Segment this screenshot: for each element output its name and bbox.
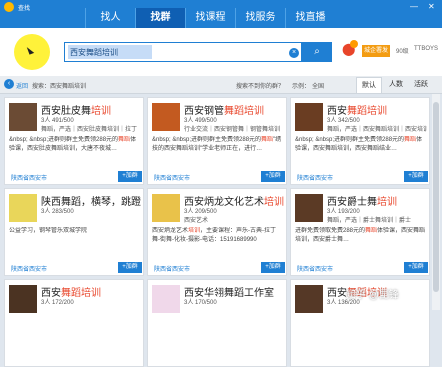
group-member-count: 3人 342/500 — [327, 118, 360, 124]
region-label: 示例： — [292, 84, 311, 90]
sort-active[interactable]: 活跃 — [410, 77, 432, 93]
results-grid: 西安肚皮舞培训 3人 491/500 舞蹈，严选｜西安肚皮舞培训｜拉丁 &nbs… — [4, 97, 430, 367]
group-avatar[interactable] — [295, 285, 323, 313]
group-avatar[interactable] — [9, 103, 37, 131]
sort-members[interactable]: 人数 — [384, 77, 408, 93]
group-card[interactable]: 西安舞蹈培训 3人 342/500 舞蹈，严选｜西安舞蹈培训｜西安培训 &nbs… — [290, 97, 430, 185]
back-link[interactable]: 返回 — [16, 81, 28, 90]
sort-default[interactable]: 默认 — [356, 77, 382, 93]
join-group-button[interactable]: +加群 — [404, 262, 428, 273]
app-logo-icon — [4, 2, 14, 12]
clear-icon[interactable]: × — [289, 48, 299, 58]
group-card[interactable]: 西安钢管舞蹈培训 3人 499/500 行业交流｜西安钢管舞｜钢管舞培训 &nb… — [147, 97, 287, 185]
group-card[interactable]: 西安舞蹈培训 3人 172/200 — [4, 279, 144, 367]
close-button[interactable]: ✕ — [428, 2, 435, 11]
group-description: &nbsp; &nbsp;进群则群主免费领288元的舞蹈体验课，西安肚皮舞蹈培训… — [9, 137, 137, 152]
group-member-count: 3人 283/500 — [41, 209, 74, 215]
minimize-button[interactable]: — — [410, 2, 418, 11]
group-location: 陕西省西安市 — [297, 267, 334, 273]
back-icon[interactable]: ‹ — [4, 79, 14, 89]
group-description: &nbsp; &nbsp;进群则群主免费领288元的舞蹈"绣技的西安舞蹈培训"学… — [152, 137, 282, 152]
search-row: × ⌕ ⬤ 城企署发 90级 TTBOYS — [0, 28, 442, 76]
group-member-count: 3人 491/500 — [41, 118, 74, 124]
tab-find-live[interactable]: 找直播 — [285, 8, 335, 28]
region-select[interactable]: 全国 — [312, 81, 324, 90]
join-group-button[interactable]: +加群 — [261, 262, 285, 273]
search-input[interactable] — [68, 45, 152, 59]
group-avatar[interactable] — [152, 285, 180, 313]
group-card[interactable]: 西安炳龙文化艺术培训 3人 209/500 西安艺术 西安炳龙艺术培训，主要课程… — [147, 188, 287, 276]
notification-badge-icon — [350, 40, 358, 48]
group-location: 陕西省西安市 — [154, 176, 191, 182]
group-location: 陕西省西安市 — [154, 267, 191, 273]
tab-find-people[interactable]: 找人 — [85, 8, 135, 28]
group-member-count: 3人 499/500 — [184, 118, 217, 124]
group-description: 西安炳龙艺术培训，主要课程：声乐-古典-拉丁舞-街舞-化妆-摄影-电话：1519… — [152, 228, 277, 243]
join-group-button[interactable]: +加群 — [404, 171, 428, 182]
group-location: 陕西省西安市 — [297, 176, 334, 182]
group-avatar[interactable] — [152, 194, 180, 222]
watermark: 知乎 @昆锋 — [346, 290, 399, 301]
group-description: &nbsp; &nbsp;进群则群主免费领288元的舞蹈体验课，西安舞蹈培训，西… — [295, 137, 423, 152]
group-member-count: 3人 193/200 — [327, 209, 360, 215]
group-description — [152, 318, 284, 352]
group-location: 陕西省西安市 — [11, 267, 48, 273]
level-label: 90级 — [396, 49, 409, 55]
app-title: 查找 — [18, 6, 31, 12]
tab-find-courses[interactable]: 找课程 — [185, 8, 235, 28]
group-description — [295, 318, 427, 352]
group-tags: 舞蹈，严选｜爵士舞培训｜爵士 — [327, 218, 412, 224]
search-category: 搜索：西安舞蹈培训 — [32, 84, 87, 90]
group-avatar[interactable] — [295, 194, 323, 222]
join-group-button[interactable]: +加群 — [118, 262, 142, 273]
tab-find-groups[interactable]: 找群 — [135, 8, 185, 28]
group-avatar[interactable] — [9, 285, 37, 313]
group-avatar[interactable] — [9, 194, 37, 222]
group-tags: 舞蹈，严选｜西安舞蹈培训｜西安培训 — [327, 127, 427, 133]
group-card[interactable]: 西安肚皮舞培训 3人 491/500 舞蹈，严选｜西安肚皮舞培训｜拉丁 &nbs… — [4, 97, 144, 185]
group-card[interactable]: 西安爵士舞培训 3人 193/200 舞蹈，严选｜爵士舞培训｜爵士 进群免费领取… — [290, 188, 430, 276]
search-button[interactable]: ⌕ — [302, 42, 332, 62]
username-label: TTBOYS — [414, 46, 439, 52]
group-location: 陕西省西安市 — [11, 176, 48, 182]
main-nav: 找人 找群 找课程 找服务 找直播 — [85, 8, 335, 28]
title-bar: 查找 找人 找群 找课程 找服务 找直播 — ✕ — [0, 0, 442, 28]
group-card[interactable]: 西安华翎舞蹈工作室 3人 170/500 — [147, 279, 287, 367]
tab-find-services[interactable]: 找服务 — [235, 8, 285, 28]
scrollbar[interactable] — [432, 94, 440, 310]
not-found-prompt[interactable]: 搜索不到你的群？ — [236, 81, 284, 90]
join-group-button[interactable]: +加群 — [118, 171, 142, 182]
search-box[interactable]: × — [64, 42, 302, 62]
group-avatar[interactable] — [152, 103, 180, 131]
group-description: 公益学习，钢琴管乐双城学院 — [9, 228, 88, 234]
group-member-count: 3人 170/500 — [184, 300, 217, 306]
group-member-count: 3人 209/500 — [184, 209, 217, 215]
group-card[interactable]: 陕西舞蹈，横琴，跳蹬 3人 283/500 公益学习，钢琴管乐双城学院 陕西省西… — [4, 188, 144, 276]
group-tags: 西安艺术 — [184, 218, 209, 224]
group-description: 进群免费领取免费288元的舞蹈体验课，西安舞蹈培训，西安爵士舞… — [295, 228, 426, 243]
group-avatar[interactable] — [295, 103, 323, 131]
group-tags: 行业交流｜西安钢管舞｜钢管舞培训 — [184, 127, 281, 133]
filter-bar: ‹ 返回 搜索：西安舞蹈培训 搜索不到你的群？ 示例： 全国 默认 人数 活跃 — [0, 76, 442, 94]
location-badge[interactable]: 城企署发 — [362, 45, 390, 57]
group-tags: 舞蹈，严选｜西安肚皮舞培训｜拉丁 — [41, 127, 138, 133]
group-description — [9, 318, 141, 352]
group-member-count: 3人 172/200 — [41, 300, 74, 306]
scrollbar-thumb[interactable] — [433, 102, 439, 292]
join-group-button[interactable]: +加群 — [261, 171, 285, 182]
